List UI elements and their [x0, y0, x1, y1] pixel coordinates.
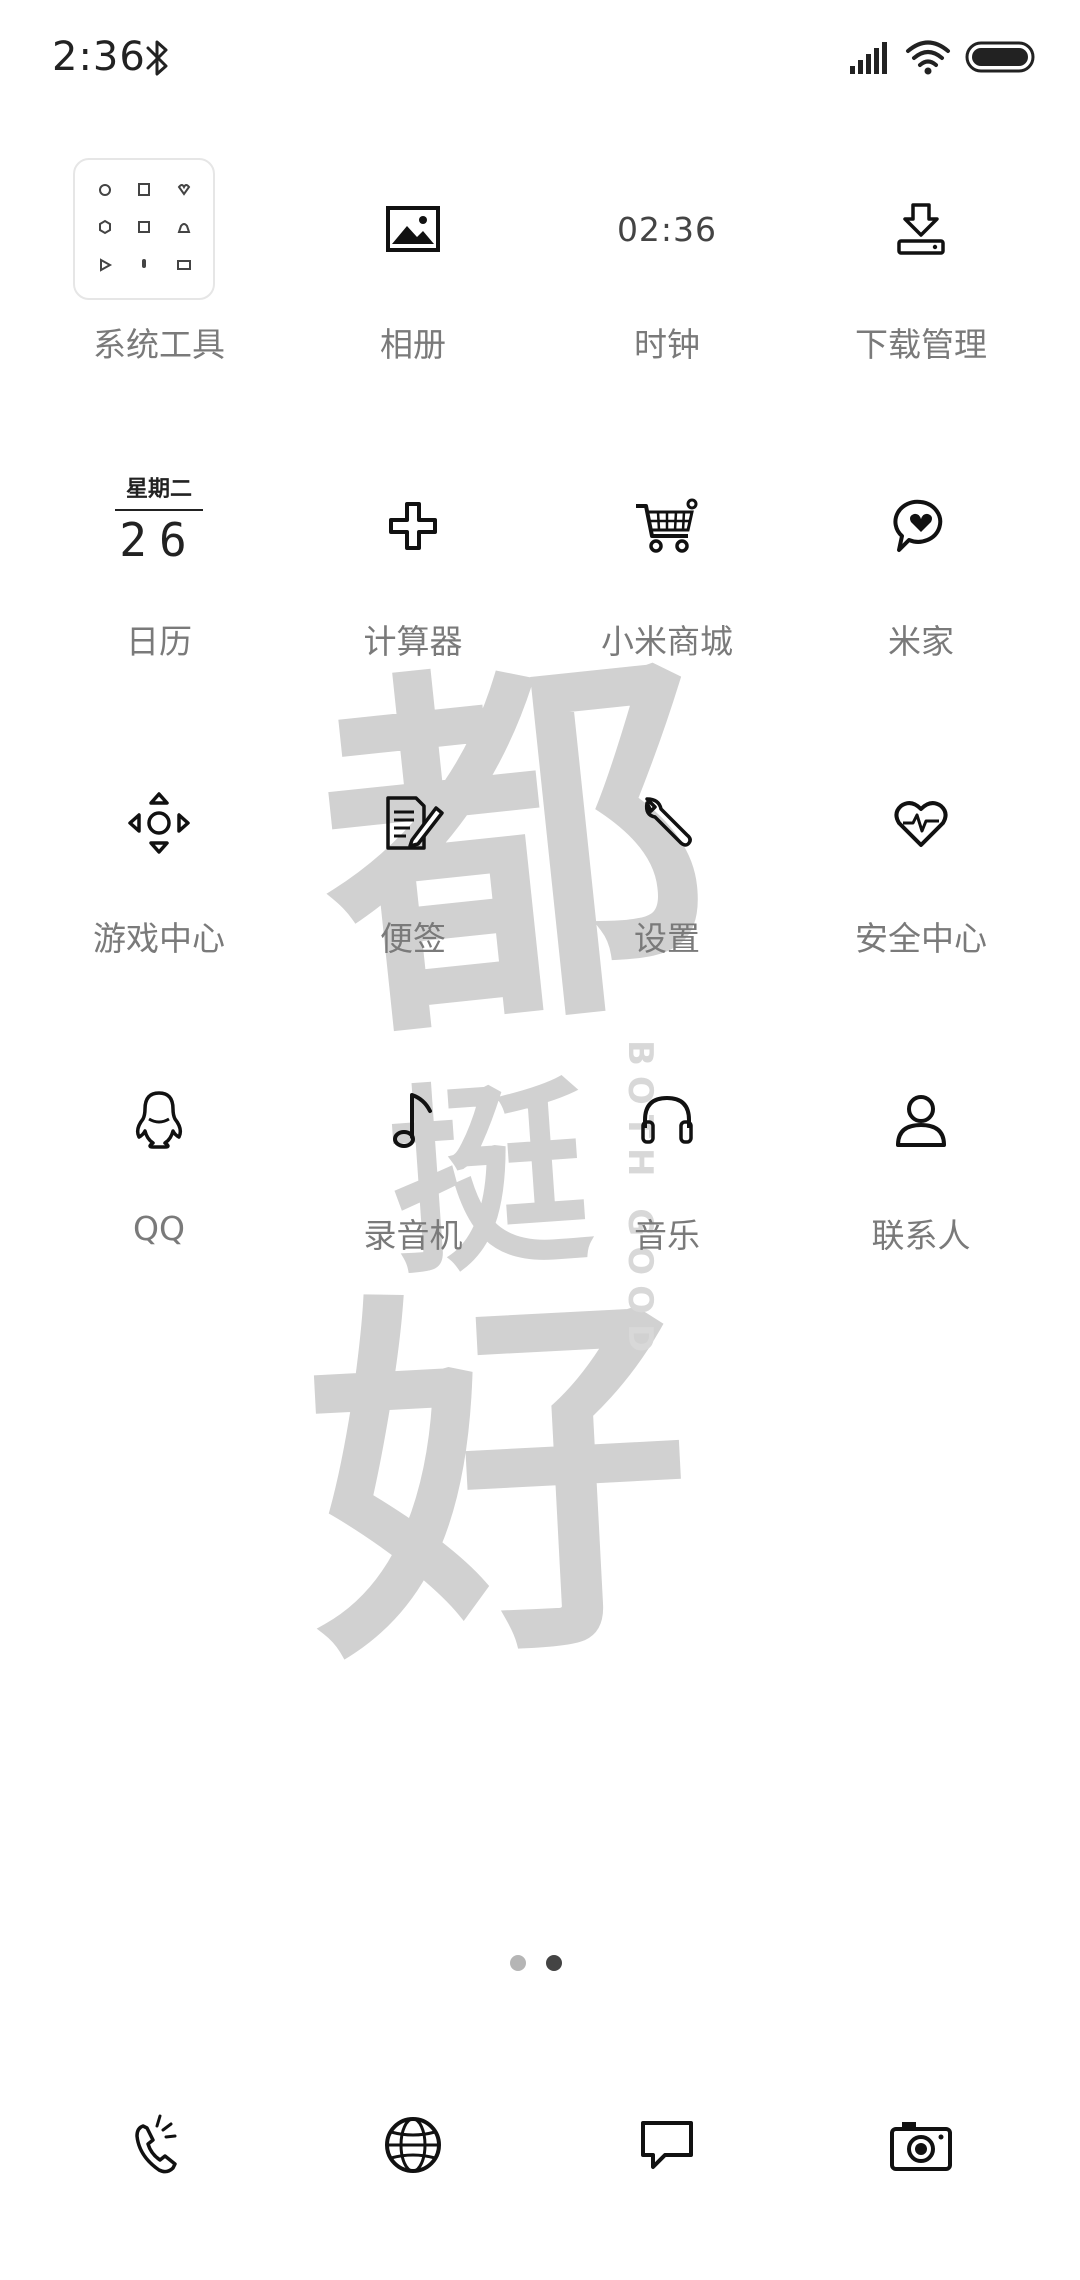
- status-bar: 2:36: [0, 0, 1080, 120]
- app-label: 米家: [888, 622, 954, 661]
- music-note-icon: [393, 1093, 432, 1148]
- phone-icon: [135, 2114, 177, 2174]
- app-mi-store[interactable]: 小米商城: [540, 457, 794, 757]
- app-label: 系统工具: [93, 325, 225, 364]
- dock-phone[interactable]: [32, 2085, 286, 2205]
- app-gallery[interactable]: 相册: [286, 160, 540, 460]
- calculator-icon: [389, 502, 437, 550]
- bluetooth-icon: [146, 40, 168, 76]
- folder-icon: [73, 158, 215, 300]
- app-label: QQ: [133, 1209, 185, 1248]
- app-qq[interactable]: QQ: [32, 1051, 286, 1351]
- app-mijia[interactable]: 米家: [794, 457, 1048, 757]
- app-notes[interactable]: 便签: [286, 754, 540, 1054]
- security-heart-icon: [894, 801, 948, 847]
- calendar-icon: 星期二 26: [105, 471, 213, 581]
- app-label: 下载管理: [855, 325, 987, 364]
- app-calendar[interactable]: 星期二 26 日历: [32, 457, 286, 757]
- page-dot-1[interactable]: [510, 1955, 526, 1971]
- calendar-date: 26: [119, 513, 199, 567]
- app-label: 小米商城: [601, 622, 733, 661]
- dock-browser[interactable]: [286, 2085, 540, 2205]
- app-label: 安全中心: [855, 919, 987, 958]
- clock-widget: 02:36: [616, 209, 718, 249]
- notes-icon: [386, 796, 444, 850]
- page-indicator[interactable]: [0, 1955, 1080, 1975]
- app-contacts[interactable]: 联系人: [794, 1051, 1048, 1351]
- app-label: 游戏中心: [93, 919, 225, 958]
- qq-penguin-icon: [135, 1091, 183, 1149]
- battery-icon: [965, 41, 1035, 73]
- browser-icon: [385, 2117, 441, 2173]
- dock-messages[interactable]: [540, 2085, 794, 2205]
- app-label: 设置: [634, 919, 700, 958]
- dock: [32, 2085, 1048, 2205]
- app-game-center[interactable]: 游戏中心: [32, 754, 286, 1054]
- headphones-icon: [641, 1095, 693, 1144]
- app-label: 计算器: [363, 622, 463, 661]
- contact-icon: [896, 1095, 946, 1147]
- app-music[interactable]: 音乐: [540, 1051, 794, 1351]
- shopping-cart-icon: [636, 498, 698, 553]
- app-downloads[interactable]: 下载管理: [794, 160, 1048, 460]
- wifi-icon: [906, 40, 950, 75]
- app-label: 相册: [380, 325, 446, 364]
- app-system-tools[interactable]: 系统工具: [32, 158, 286, 460]
- signal-icon: [850, 42, 887, 74]
- calendar-weekday: 星期二: [125, 477, 192, 502]
- app-settings[interactable]: 设置: [540, 754, 794, 1054]
- gamepad-icon: [128, 792, 190, 854]
- status-time: 2:36: [52, 34, 146, 80]
- download-icon: [897, 203, 945, 255]
- app-label: 时钟: [634, 325, 700, 364]
- app-label: 日历: [126, 622, 192, 661]
- app-label: 联系人: [871, 1216, 971, 1255]
- mijia-icon: [893, 499, 943, 552]
- app-label: 录音机: [363, 1216, 463, 1255]
- app-clock[interactable]: 02:36 时钟: [540, 160, 794, 460]
- app-recorder[interactable]: 录音机: [286, 1051, 540, 1351]
- camera-icon: [890, 2122, 952, 2171]
- wrench-icon: [644, 797, 692, 847]
- messages-icon: [641, 2121, 693, 2169]
- app-calculator[interactable]: 计算器: [286, 457, 540, 757]
- page-dot-2-active[interactable]: [546, 1955, 562, 1971]
- app-security-center[interactable]: 安全中心: [794, 754, 1048, 1054]
- app-label: 音乐: [634, 1216, 700, 1255]
- gallery-icon: [386, 206, 440, 252]
- dock-camera[interactable]: [794, 2085, 1048, 2205]
- app-label: 便签: [380, 919, 446, 958]
